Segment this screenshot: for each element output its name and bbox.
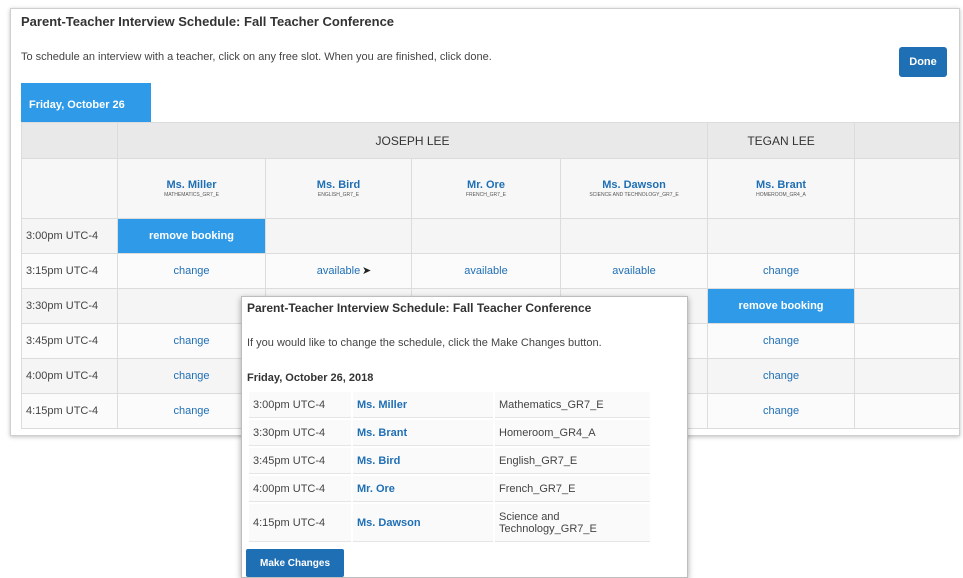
booking-time: 3:00pm UTC-4 — [249, 392, 351, 418]
slot-change[interactable]: change — [707, 323, 856, 359]
window-instructions: To schedule an interview with a teacher,… — [21, 51, 492, 63]
done-button[interactable]: Done — [899, 47, 947, 77]
tab-friday-october-26[interactable]: Friday, October 26 — [21, 83, 151, 123]
teacher-header: Ms. Bird ENGLISH_GR7_E — [265, 158, 412, 219]
booking-row: 4:00pm UTC-4 Mr. Ore French_GR7_E — [249, 476, 650, 502]
booking-teacher-link[interactable]: Ms. Bird — [353, 448, 493, 474]
booking-course: Science and Technology_GR7_E — [495, 504, 650, 542]
booking-time: 3:30pm UTC-4 — [249, 420, 351, 446]
teacher-name[interactable]: Mr. Ore — [412, 179, 560, 191]
slot-change[interactable]: change — [707, 253, 856, 289]
slot-remove-booking[interactable]: remove booking — [707, 288, 856, 324]
time-cell: 3:00pm UTC-4 — [21, 218, 118, 254]
time-cell: 3:30pm UTC-4 — [21, 288, 118, 324]
slot-remove-booking[interactable]: remove booking — [117, 218, 266, 254]
time-cell: 3:15pm UTC-4 — [21, 253, 118, 289]
summary-popup: Parent-Teacher Interview Schedule: Fall … — [241, 296, 688, 578]
blank-header — [21, 122, 118, 159]
teacher-name[interactable]: Ms. Bird — [266, 179, 411, 191]
window-title: Parent-Teacher Interview Schedule: Fall … — [21, 14, 395, 29]
booking-course: English_GR7_E — [495, 448, 650, 474]
time-cell: 4:15pm UTC-4 — [21, 393, 118, 429]
teacher-subject: SCIENCE AND TECHNOLOGY_GR7_E — [589, 191, 679, 198]
teacher-name[interactable]: Ms. Miller — [118, 179, 265, 191]
slot-available[interactable]: available — [265, 253, 412, 289]
slot-empty — [265, 218, 412, 254]
booking-teacher-link[interactable]: Ms. Dawson — [353, 504, 493, 542]
booking-course: Mathematics_GR7_E — [495, 392, 650, 418]
slot-available[interactable]: available — [559, 253, 709, 289]
slot-change[interactable]: change — [707, 393, 856, 429]
slot-change[interactable]: change — [707, 358, 856, 394]
slot-empty — [854, 253, 959, 289]
blank-header — [854, 158, 959, 219]
teacher-header: Ms. Miller MATHEMATICS_GR7_E — [117, 158, 266, 219]
booking-time: 4:00pm UTC-4 — [249, 476, 351, 502]
booking-teacher-link[interactable]: Ms. Brant — [353, 420, 493, 446]
slot-empty — [411, 218, 561, 254]
student-tegan-lee: TEGAN LEE — [707, 122, 856, 159]
student-header-row: JOSEPH LEE TEGAN LEE — [21, 122, 959, 159]
time-cell: 3:45pm UTC-4 — [21, 323, 118, 359]
booking-teacher-link[interactable]: Mr. Ore — [353, 476, 493, 502]
booking-course: Homeroom_GR4_A — [495, 420, 650, 446]
slot-empty — [854, 393, 959, 429]
slot-available[interactable]: available — [411, 253, 561, 289]
teacher-subject: MATHEMATICS_GR7_E — [164, 191, 219, 198]
booking-row: 4:15pm UTC-4 Ms. Dawson Science and Techno… — [249, 504, 650, 542]
teacher-name[interactable]: Ms. Dawson — [561, 179, 707, 191]
booking-row: 3:45pm UTC-4 Ms. Bird English_GR7_E — [249, 448, 650, 474]
slot-empty — [854, 358, 959, 394]
teacher-subject: HOMEROOM_GR4_A — [756, 191, 806, 198]
make-changes-button[interactable]: Make Changes — [246, 549, 344, 577]
blank-header — [854, 122, 959, 159]
booking-course: French_GR7_E — [495, 476, 650, 502]
booking-row: 3:00pm UTC-4 Ms. Miller Mathematics_GR7_E — [249, 392, 650, 418]
booking-teacher-link[interactable]: Ms. Miller — [353, 392, 493, 418]
booking-row: 3:30pm UTC-4 Ms. Brant Homeroom_GR4_A — [249, 420, 650, 446]
blank-header — [21, 158, 118, 219]
teacher-header: Mr. Ore FRENCH_GR7_E — [411, 158, 561, 219]
slot-change[interactable]: change — [117, 253, 266, 289]
popup-date: Friday, October 26, 2018 — [247, 372, 374, 384]
teacher-header-row: Ms. Miller MATHEMATICS_GR7_E Ms. Bird ENGL… — [21, 158, 959, 219]
popup-instructions: If you would like to change the schedule… — [247, 337, 602, 349]
teacher-subject: FRENCH_GR7_E — [465, 191, 506, 198]
booking-time: 3:45pm UTC-4 — [249, 448, 351, 474]
popup-title: Parent-Teacher Interview Schedule: Fall … — [247, 301, 592, 315]
booking-time: 4:15pm UTC-4 — [249, 504, 351, 542]
teacher-header: Ms. Brant HOMEROOM_GR4_A — [707, 158, 856, 219]
table-row: 3:15pm UTC-4 change available available avai… — [21, 253, 959, 289]
mouse-pointer-icon: ➤ — [362, 265, 372, 277]
table-row: 3:00pm UTC-4 remove booking — [21, 218, 959, 254]
time-cell: 4:00pm UTC-4 — [21, 358, 118, 394]
slot-empty — [559, 218, 709, 254]
student-joseph-lee: JOSEPH LEE — [116, 122, 709, 159]
teacher-header: Ms. Dawson SCIENCE AND TECHNOLOGY_GR7_E — [559, 158, 709, 219]
slot-empty — [854, 218, 959, 254]
slot-empty — [854, 323, 959, 359]
teacher-subject: ENGLISH_GR7_E — [317, 191, 360, 198]
slot-empty — [707, 218, 856, 254]
teacher-name[interactable]: Ms. Brant — [708, 179, 854, 191]
slot-empty — [854, 288, 959, 324]
booking-summary-table: 3:00pm UTC-4 Ms. Miller Mathematics_GR7_E 3… — [247, 390, 652, 544]
